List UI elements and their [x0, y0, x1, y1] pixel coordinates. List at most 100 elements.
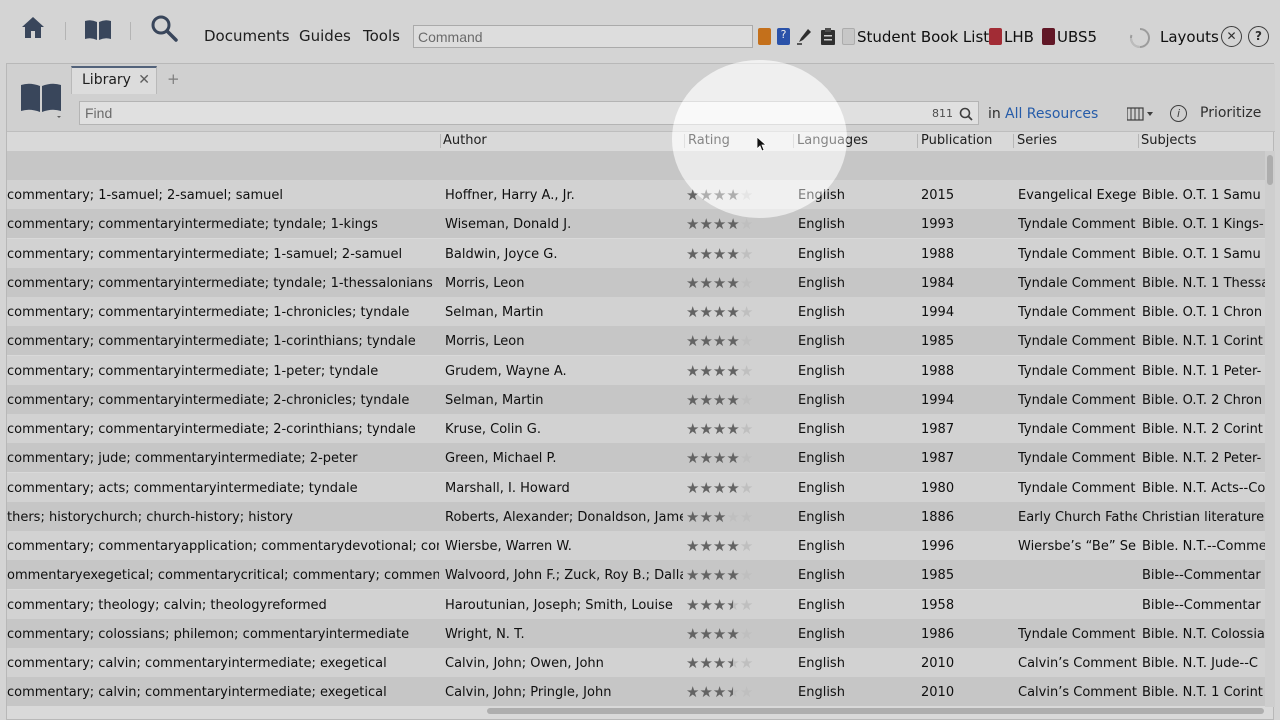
column-series[interactable]: Series — [1017, 133, 1057, 148]
table-row[interactable]: commentary; commentaryintermediate; 1-pe… — [7, 355, 1265, 385]
table-row[interactable]: commentary; commentaryintermediate; 2-co… — [7, 414, 1265, 443]
find-input[interactable] — [79, 101, 979, 125]
star-icon[interactable]: ★ — [740, 420, 753, 438]
star-icon[interactable]: ★ — [726, 215, 739, 233]
star-icon[interactable]: ★ — [726, 186, 739, 204]
star-icon[interactable]: ★ — [699, 420, 712, 438]
star-icon[interactable]: ★ — [740, 537, 753, 555]
rating-stars[interactable]: ★★★★★ — [686, 449, 753, 467]
star-icon[interactable]: ★ — [740, 332, 753, 350]
table-row[interactable]: commentary; commentaryintermediate; 1-ch… — [7, 297, 1265, 326]
find-search-icon[interactable] — [959, 106, 973, 125]
star-icon[interactable]: ★ — [713, 186, 726, 204]
highlighter-icon[interactable] — [796, 27, 812, 49]
star-icon[interactable]: ★ — [686, 332, 699, 350]
clipboard-icon[interactable] — [820, 27, 836, 50]
table-row[interactable]: commentary; commentaryintermediate; 1-co… — [7, 326, 1265, 356]
rating-stars[interactable]: ★★★★★ — [686, 332, 753, 350]
star-icon[interactable]: ★ — [686, 654, 699, 672]
vertical-scrollbar[interactable] — [1265, 151, 1275, 707]
star-icon[interactable]: ★ — [740, 683, 753, 701]
quick-link-student-book-list[interactable]: Student Book List — [857, 28, 989, 46]
table-row[interactable]: commentary; commentaryintermediate; tynd… — [7, 267, 1265, 297]
table-row[interactable]: commentary; commentaryintermediate; 1-sa… — [7, 238, 1265, 268]
star-icon[interactable]: ★ — [726, 362, 739, 380]
star-icon[interactable]: ★ — [686, 537, 699, 555]
star-icon[interactable]: ★ — [726, 245, 739, 263]
library-icon[interactable] — [84, 18, 112, 46]
star-icon[interactable]: ★ — [726, 332, 739, 350]
table-row[interactable]: commentary; colossians; philemon; commen… — [7, 618, 1265, 648]
star-icon[interactable]: ★ — [726, 566, 739, 584]
column-author[interactable]: Author — [443, 133, 487, 148]
star-icon[interactable]: ★ — [726, 654, 739, 672]
menu-documents[interactable]: Documents — [204, 27, 290, 45]
star-icon[interactable]: ★ — [699, 683, 712, 701]
star-icon[interactable]: ★ — [686, 274, 699, 292]
star-icon[interactable]: ★ — [740, 596, 753, 614]
info-icon[interactable]: i — [1170, 105, 1187, 122]
rating-stars[interactable]: ★★★★★ — [686, 362, 753, 380]
prioritize-button[interactable]: Prioritize — [1200, 105, 1261, 121]
rating-stars[interactable]: ★★★★★ — [686, 508, 753, 526]
star-icon[interactable]: ★ — [686, 303, 699, 321]
table-row[interactable]: commentary; 1-samuel; 2-samuel; samuel Ho… — [7, 180, 1265, 209]
star-icon[interactable]: ★ — [686, 596, 699, 614]
sync-icon[interactable] — [1128, 26, 1152, 54]
rating-stars[interactable]: ★★★★★ — [686, 537, 753, 555]
rating-stars[interactable]: ★★★★★ — [686, 566, 753, 584]
rating-stars[interactable]: ★★★★★ — [686, 274, 753, 292]
star-icon[interactable]: ★ — [699, 186, 712, 204]
column-view-icon[interactable] — [1126, 106, 1155, 125]
rating-stars[interactable]: ★★★★★ — [686, 479, 753, 497]
bookmark-icon[interactable] — [758, 28, 771, 45]
star-icon[interactable]: ★ — [686, 479, 699, 497]
star-icon[interactable]: ★ — [699, 537, 712, 555]
star-icon[interactable]: ★ — [713, 449, 726, 467]
table-row[interactable]: commentary; commentaryapplication; comme… — [7, 531, 1265, 560]
home-icon[interactable] — [20, 14, 46, 44]
star-icon[interactable]: ★ — [740, 566, 753, 584]
star-icon[interactable]: ★ — [686, 449, 699, 467]
star-icon[interactable]: ★ — [740, 479, 753, 497]
close-icon[interactable]: ✕ — [1221, 26, 1242, 47]
star-icon[interactable]: ★ — [713, 391, 726, 409]
star-icon[interactable]: ★ — [713, 625, 726, 643]
star-icon[interactable]: ★ — [726, 479, 739, 497]
rating-stars[interactable]: ★★★★★ — [686, 245, 753, 263]
star-icon[interactable]: ★ — [713, 683, 726, 701]
star-icon[interactable]: ★ — [686, 215, 699, 233]
table-row[interactable]: commentary; calvin; commentaryintermedia… — [7, 677, 1265, 707]
star-icon[interactable]: ★ — [699, 596, 712, 614]
star-icon[interactable]: ★ — [699, 479, 712, 497]
menu-tools[interactable]: Tools — [363, 27, 400, 45]
star-icon[interactable]: ★ — [699, 215, 712, 233]
star-icon[interactable]: ★ — [740, 508, 753, 526]
help-icon[interactable]: ? — [1248, 26, 1269, 47]
star-icon[interactable]: ★ — [686, 420, 699, 438]
star-icon[interactable]: ★ — [740, 654, 753, 672]
star-icon[interactable]: ★ — [699, 303, 712, 321]
star-icon[interactable]: ★ — [740, 625, 753, 643]
star-icon[interactable]: ★ — [713, 362, 726, 380]
star-icon[interactable]: ★ — [726, 391, 739, 409]
add-tab-button[interactable]: + — [167, 70, 180, 88]
star-icon[interactable]: ★ — [713, 245, 726, 263]
star-icon[interactable]: ★ — [713, 537, 726, 555]
table-row[interactable]: commentary; calvin; commentaryintermedia… — [7, 648, 1265, 677]
star-icon[interactable]: ★ — [699, 274, 712, 292]
rating-stars[interactable]: ★★★★★ — [686, 625, 753, 643]
star-icon[interactable]: ★ — [699, 625, 712, 643]
star-icon[interactable]: ★ — [726, 303, 739, 321]
star-icon[interactable]: ★ — [726, 508, 739, 526]
star-icon[interactable]: ★ — [686, 245, 699, 263]
star-icon[interactable]: ★ — [713, 303, 726, 321]
star-icon[interactable]: ★ — [713, 508, 726, 526]
star-icon[interactable]: ★ — [699, 449, 712, 467]
column-subjects[interactable]: Subjects — [1141, 133, 1196, 148]
star-icon[interactable]: ★ — [726, 683, 739, 701]
column-languages[interactable]: Languages — [797, 133, 868, 148]
star-icon[interactable]: ★ — [713, 654, 726, 672]
star-icon[interactable]: ★ — [726, 537, 739, 555]
scope-dropdown[interactable]: All Resources — [1005, 106, 1098, 122]
